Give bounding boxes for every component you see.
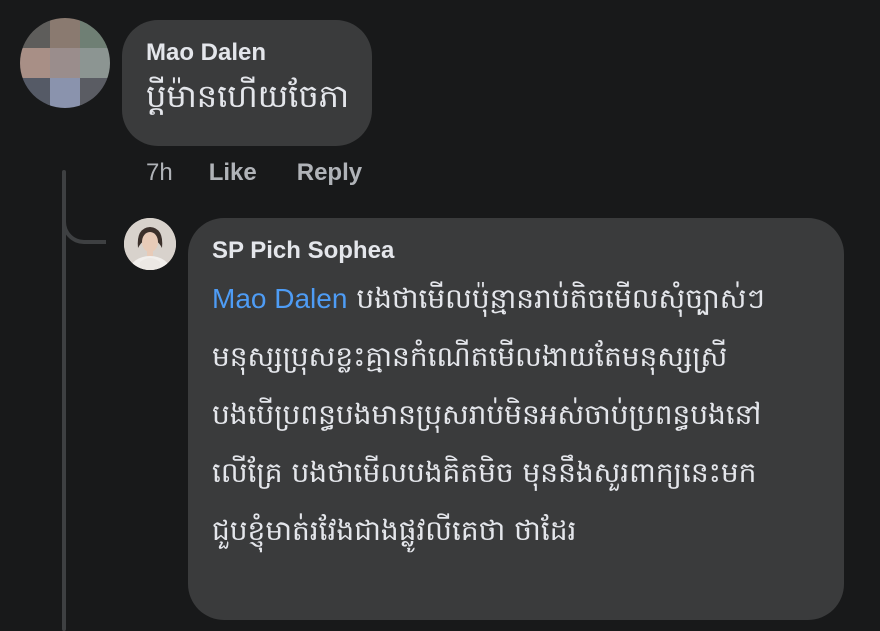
comment-author[interactable]: Mao Dalen (146, 38, 348, 68)
thread-line (62, 170, 66, 631)
reply-text: Mao Dalen បងថាមើលប៉ុន្មានរាប់តិចមើលសុំច្… (212, 270, 820, 560)
comment-timestamp[interactable]: 7h (146, 159, 173, 187)
reply-text-line: មនុស្សប្រុសខ្លះគ្មានកំណើតមើលងាយតែមនុស្សស… (212, 340, 728, 373)
reply-text-segment: បងថាមើលប៉ុន្មានរាប់តិចមើលសុំច្បាស់ៗ (356, 282, 765, 315)
comment-text: ប្តីម៉ានហើយចែភា (146, 77, 350, 115)
mention-link[interactable]: Mao Dalen (212, 283, 347, 314)
like-button[interactable]: Like (209, 159, 257, 187)
reply-bubble: SP Pich Sophea Mao Dalen បងថាមើលប៉ុន្មាន… (188, 218, 844, 620)
reply-text-line: លើគ្រែ បងថាមើលបងគិតមិច មុននឹងសួរពាក្យនេះ… (212, 456, 757, 489)
comment-actions: 7h Like Reply (146, 156, 402, 190)
reply-connector (62, 196, 106, 244)
reply-avatar[interactable] (124, 218, 176, 270)
reply-text-line: បងបើប្រពន្ធបងមានប្រុសរាប់មិនអស់ចាប់ប្រពន… (212, 398, 762, 431)
reply-author[interactable]: SP Pich Sophea (212, 236, 820, 266)
reply-text-line: ជួបខ្ញុំមាត់រវែងជាងផ្លូវលីគេថា ថាដែរ (212, 514, 577, 547)
reply-text-line: Mao Dalen បងថាមើលប៉ុន្មានរាប់តិចមើលសុំច្… (212, 270, 820, 328)
comment-bubble: Mao Dalen ប្តីម៉ានហើយចែភា (122, 20, 372, 146)
reply-avatar-image (124, 218, 176, 270)
reply-button[interactable]: Reply (297, 159, 362, 187)
avatar[interactable] (20, 18, 110, 108)
